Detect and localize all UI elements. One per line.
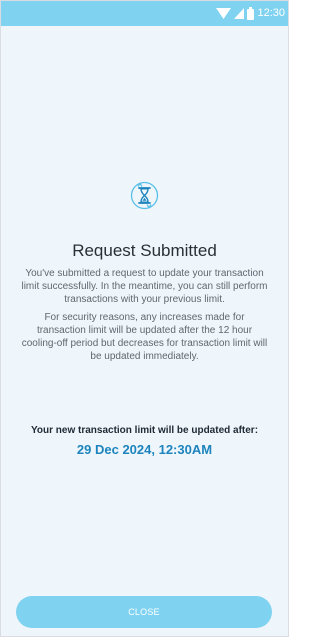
wifi-icon	[216, 8, 232, 19]
submission-message: You've submitted a request to update you…	[21, 268, 268, 305]
security-message: For security reasons, any increases made…	[21, 312, 268, 362]
request-submitted-content: Request Submitted You've submitted a req…	[1, 26, 288, 636]
limit-update-label: Your new transaction limit will be updat…	[30, 425, 259, 436]
status-time: 12:30	[257, 7, 285, 19]
close-button[interactable]: CLOSE	[16, 596, 272, 628]
hourglass-icon	[130, 181, 159, 210]
page-title: Request Submitted	[72, 241, 217, 260]
mobile-screen: 12:30 Request Submitted You've submitted…	[0, 0, 289, 637]
signal-icon	[234, 8, 245, 19]
status-icons: 12:30	[216, 5, 285, 22]
limit-update-datetime: 29 Dec 2024, 12:30AM	[76, 442, 213, 457]
status-bar: 12:30	[1, 1, 288, 26]
battery-icon	[247, 7, 255, 20]
